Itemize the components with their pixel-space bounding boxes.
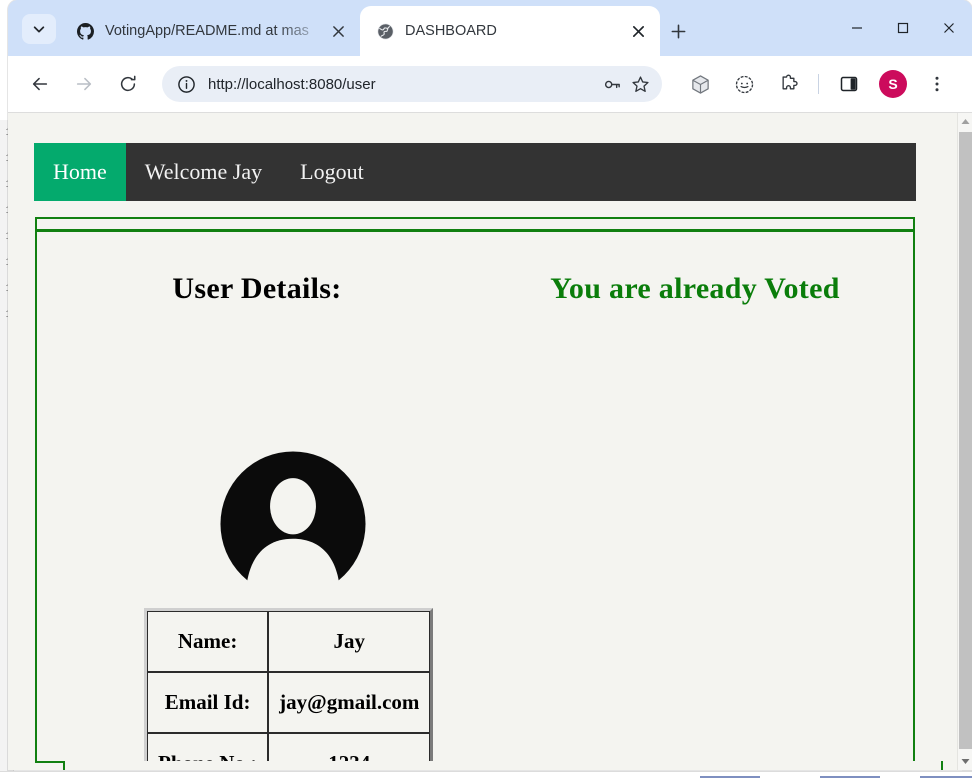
key-icon[interactable] <box>598 70 626 98</box>
scroll-down-arrow[interactable] <box>958 753 972 770</box>
tab-strip: VotingApp/README.md at mas DASHBOARD <box>8 0 972 56</box>
nav-item-home[interactable]: Home <box>34 143 126 201</box>
cube-icon[interactable] <box>683 67 717 101</box>
table-cell-value: jay@gmail.com <box>268 672 431 733</box>
forward-arrow-icon <box>76 77 92 91</box>
minimize-button[interactable] <box>834 0 880 56</box>
page-viewport: Home Welcome Jay Logout User Details: Yo… <box>8 112 972 770</box>
user-details-column: User Details: <box>37 272 477 306</box>
tab-title: DASHBOARD <box>405 23 497 39</box>
toolbar-actions: S <box>678 67 959 101</box>
url-text[interactable]: http://localhost:8080/user <box>200 76 598 93</box>
maximize-button[interactable] <box>880 0 926 56</box>
three-dot-menu-icon[interactable] <box>920 67 954 101</box>
github-icon <box>76 22 94 40</box>
tab-title: VotingApp/README.md at mas <box>105 23 309 39</box>
nav-item-label: Logout <box>300 159 364 184</box>
chevron-down-icon <box>33 26 45 33</box>
scrollbar-thumb[interactable] <box>959 132 972 749</box>
maximize-icon <box>897 22 909 34</box>
editor-status-bar <box>0 771 972 783</box>
reload-button[interactable] <box>111 67 145 101</box>
tab-close-button[interactable] <box>326 19 350 43</box>
page-scrollbar[interactable] <box>957 113 972 770</box>
new-tab-button[interactable] <box>664 17 692 45</box>
user-details-panel: User Details: You are already Voted Name… <box>35 230 915 770</box>
close-icon <box>944 23 954 33</box>
nav-item-label: Home <box>53 159 107 184</box>
nav-item-label: Welcome Jay <box>144 159 263 184</box>
tab-dashboard[interactable]: DASHBOARD <box>360 6 660 56</box>
address-bar[interactable]: http://localhost:8080/user <box>162 66 662 102</box>
vote-status-column: You are already Voted <box>477 272 913 306</box>
status-badge: You are already Voted <box>550 272 840 305</box>
table-cell-label: Name: <box>147 611 269 672</box>
green-top-strip <box>35 217 915 231</box>
forward-button[interactable] <box>67 67 101 101</box>
window-controls <box>834 0 972 56</box>
tab-votingapp-readme[interactable]: VotingApp/README.md at mas <box>60 6 360 56</box>
star-icon[interactable] <box>626 70 654 98</box>
site-navbar: Home Welcome Jay Logout <box>34 143 916 201</box>
nav-item-welcome[interactable]: Welcome Jay <box>126 143 281 201</box>
chevron-up-icon <box>961 119 970 124</box>
panel-bottom-continuation <box>63 761 943 770</box>
reload-icon <box>120 75 136 92</box>
close-window-button[interactable] <box>926 0 972 56</box>
table-row: Name: Jay <box>147 611 431 672</box>
profile-initial: S <box>879 70 907 98</box>
close-icon <box>332 25 344 37</box>
user-avatar-icon <box>220 451 366 604</box>
profile-avatar-button[interactable]: S <box>876 67 910 101</box>
globe-icon <box>376 22 394 40</box>
nav-item-logout[interactable]: Logout <box>281 143 383 201</box>
editor-status-dashes <box>0 776 972 778</box>
back-button[interactable] <box>23 67 57 101</box>
web-page-content: Home Welcome Jay Logout User Details: Yo… <box>8 113 957 770</box>
table-row: Email Id: jay@gmail.com <box>147 672 431 733</box>
avatar <box>219 450 367 604</box>
toolbar-separator <box>818 74 819 94</box>
chevron-down-icon <box>961 759 970 764</box>
scroll-up-arrow[interactable] <box>958 113 972 130</box>
page-title: User Details: <box>172 272 342 305</box>
face-circle-icon[interactable] <box>727 67 761 101</box>
tab-close-button[interactable] <box>626 19 650 43</box>
table-cell-value: Jay <box>268 611 431 672</box>
browser-toolbar: http://localhost:8080/user S <box>8 56 972 112</box>
minimize-icon <box>852 27 862 29</box>
plus-icon <box>671 24 685 38</box>
info-circle-icon[interactable] <box>172 70 200 98</box>
tab-search-button[interactable] <box>22 14 56 44</box>
puzzle-icon[interactable] <box>771 67 805 101</box>
side-panel-icon[interactable] <box>832 67 866 101</box>
close-icon <box>632 25 644 37</box>
table-cell-label: Email Id: <box>147 672 269 733</box>
browser-window: VotingApp/README.md at mas DASHBOARD htt… <box>8 0 972 770</box>
user-details-table: Name: Jay Email Id: jay@gmail.com Phone … <box>144 608 434 770</box>
back-arrow-icon <box>32 77 48 91</box>
